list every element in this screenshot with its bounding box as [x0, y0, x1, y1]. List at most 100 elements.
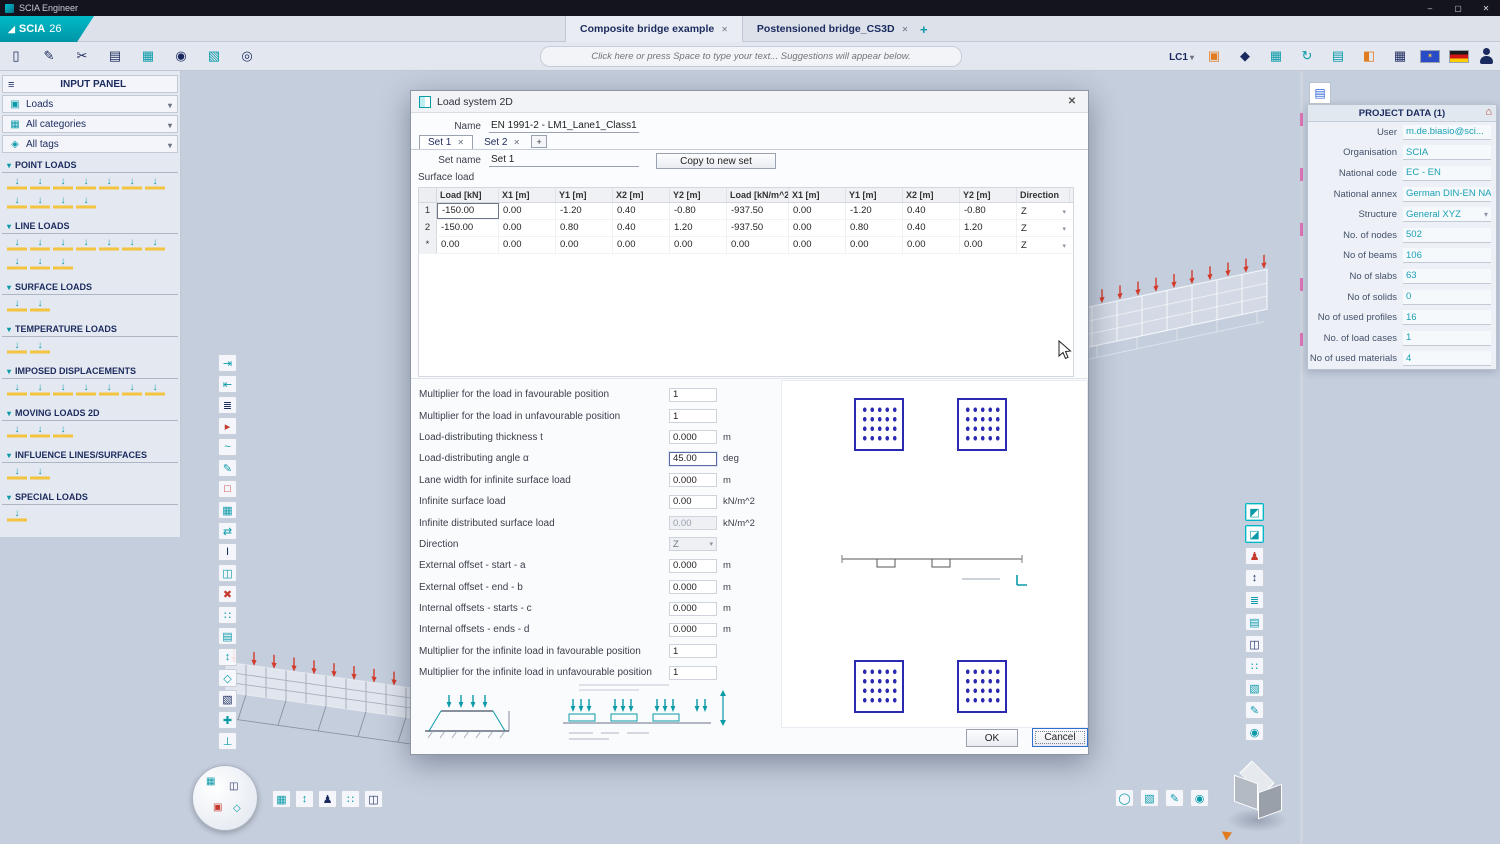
cell-x1-1[interactable]: 0.00 — [499, 237, 556, 253]
report-icon[interactable]: ▤ — [1327, 45, 1349, 67]
cell-direction[interactable]: Z — [1017, 203, 1070, 219]
cell-y1-1[interactable]: 0.80 — [556, 220, 613, 236]
navigation-wheel[interactable] — [192, 765, 258, 831]
find-text-icon[interactable]: ◎ — [236, 45, 258, 67]
load-section-header[interactable]: POINT LOADS — [2, 160, 178, 173]
close-set-icon[interactable] — [457, 137, 464, 148]
split-icon[interactable]: ◫ — [218, 564, 237, 582]
play-icon[interactable]: ▸ — [218, 417, 237, 435]
layers-icon[interactable]: ▦ — [137, 45, 159, 67]
frame-icon[interactable]: □ — [218, 480, 237, 498]
print-icon[interactable]: ▤ — [104, 45, 126, 67]
wheel-stop-icon[interactable] — [213, 802, 222, 813]
snap-start-icon[interactable]: ⇤ — [218, 375, 237, 393]
cell-load-2[interactable]: -937.50 — [727, 220, 789, 236]
load-type-icon[interactable] — [30, 177, 50, 193]
cell-y2-2[interactable]: 0.00 — [960, 237, 1017, 253]
project-data-value[interactable]: 0 — [1403, 290, 1491, 305]
project-data-value[interactable]: SCIA — [1403, 145, 1491, 160]
filter-dropdown[interactable]: Loads — [2, 95, 178, 113]
cell-x2-2[interactable]: 0.40 — [903, 203, 960, 219]
cell-y1-2[interactable]: 0.80 — [846, 220, 903, 236]
load-type-icon[interactable] — [76, 383, 96, 399]
document-tab[interactable]: Composite bridge example — [565, 16, 743, 42]
load-type-icon[interactable] — [7, 341, 27, 357]
filter-dropdown[interactable]: All categories — [2, 115, 178, 133]
wave-icon[interactable]: ~ — [218, 438, 237, 456]
cut-tools-icon[interactable]: ✂ — [71, 45, 93, 67]
swap-icon[interactable]: ⇄ — [218, 522, 237, 540]
project-data-value[interactable]: 63 — [1403, 269, 1491, 284]
load-type-icon[interactable] — [99, 383, 119, 399]
load-type-icon[interactable] — [7, 383, 27, 399]
load-type-icon[interactable] — [145, 177, 165, 193]
load-type-icon[interactable] — [76, 177, 96, 193]
maximize-button[interactable]: ▢ — [1444, 0, 1472, 16]
results-table-icon[interactable]: ▦ — [1265, 45, 1287, 67]
cell-x1-1[interactable]: 0.00 — [499, 203, 556, 219]
refresh-icon[interactable]: ↻ — [1296, 45, 1318, 67]
slab-icon[interactable]: ▧ — [1245, 679, 1264, 697]
copy-to-new-set-button[interactable]: Copy to new set — [656, 153, 776, 169]
load-type-icon[interactable] — [7, 467, 27, 483]
style-icon[interactable]: ✎ — [1165, 789, 1184, 807]
load-type-icon[interactable] — [30, 467, 50, 483]
direction-dropdown[interactable]: Z — [669, 537, 717, 551]
load-type-icon[interactable] — [30, 299, 50, 315]
command-search-input[interactable] — [540, 46, 962, 67]
eu-flag-icon[interactable] — [1420, 50, 1440, 63]
load-type-icon[interactable] — [122, 177, 142, 193]
field-input[interactable]: 0.000 — [669, 559, 717, 573]
load-type-icon[interactable] — [7, 196, 27, 212]
home-icon[interactable] — [1485, 106, 1492, 118]
load-type-icon[interactable] — [145, 383, 165, 399]
cell-load-1[interactable]: 0.00 — [437, 237, 499, 253]
updown-icon[interactable]: ↕ — [218, 648, 237, 666]
grid-icon[interactable]: ∷ — [341, 790, 360, 808]
add-icon[interactable]: ✚ — [218, 711, 237, 729]
field-input[interactable]: 0.000 — [669, 430, 717, 444]
pin-icon[interactable]: ◆ — [1234, 45, 1256, 67]
load-type-icon[interactable] — [30, 257, 50, 273]
layers-icon[interactable]: ▤ — [1245, 613, 1264, 631]
draw-icon[interactable]: ✎ — [218, 459, 237, 477]
set-name-input[interactable]: Set 1 — [489, 153, 639, 167]
project-data-value[interactable]: 16 — [1403, 310, 1491, 325]
project-data-value[interactable]: General XYZ — [1403, 207, 1491, 222]
package-icon[interactable]: ▧ — [203, 45, 225, 67]
load-type-icon[interactable] — [7, 257, 27, 273]
project-data-value[interactable]: 106 — [1403, 248, 1491, 263]
project-data-chip-icon[interactable] — [1309, 82, 1331, 104]
load-type-icon[interactable] — [30, 383, 50, 399]
load-section-header[interactable]: MOVING LOADS 2D — [2, 408, 178, 421]
user-view-icon[interactable]: ♟ — [318, 790, 337, 808]
filter-dropdown[interactable]: All tags — [2, 135, 178, 153]
load-section-header[interactable]: SURFACE LOADS — [2, 282, 178, 295]
load-case-dropdown[interactable]: LC1 — [1169, 47, 1194, 65]
field-input[interactable]: 0.00 — [669, 495, 717, 509]
load-type-icon[interactable] — [53, 177, 73, 193]
new-document-icon[interactable]: ▯ — [5, 45, 27, 67]
ok-button[interactable]: OK — [966, 729, 1018, 747]
section-box-icon[interactable]: ▣ — [1203, 45, 1225, 67]
load-type-icon[interactable] — [99, 238, 119, 254]
project-data-header[interactable]: PROJECT DATA (1) — [1308, 105, 1496, 122]
load-section-header[interactable]: IMPOSED DISPLACEMENTS — [2, 366, 178, 379]
mesh-view-icon[interactable]: ▦ — [272, 790, 291, 808]
project-data-value[interactable]: 502 — [1403, 228, 1491, 243]
profile-icon[interactable]: ◫ — [1245, 635, 1264, 653]
panel-dock-handle[interactable] — [1300, 71, 1303, 844]
load-type-icon[interactable] — [30, 238, 50, 254]
load-type-icon[interactable] — [53, 383, 73, 399]
load-type-icon[interactable] — [53, 196, 73, 212]
cell-x2-1[interactable]: 0.40 — [613, 203, 670, 219]
section-tool-icon[interactable]: ◪ — [1245, 525, 1264, 543]
field-input[interactable]: 1 — [669, 644, 717, 658]
field-input[interactable]: 0.000 — [669, 580, 717, 594]
load-type-icon[interactable] — [7, 177, 27, 193]
cell-load-1[interactable]: -150.00 — [437, 203, 499, 219]
project-data-value[interactable]: German DIN-EN NA — [1403, 187, 1491, 202]
load-type-icon[interactable] — [30, 425, 50, 441]
cube-view-icon[interactable]: ▧ — [1140, 789, 1159, 807]
snapshot-icon[interactable]: ◉ — [1190, 789, 1209, 807]
